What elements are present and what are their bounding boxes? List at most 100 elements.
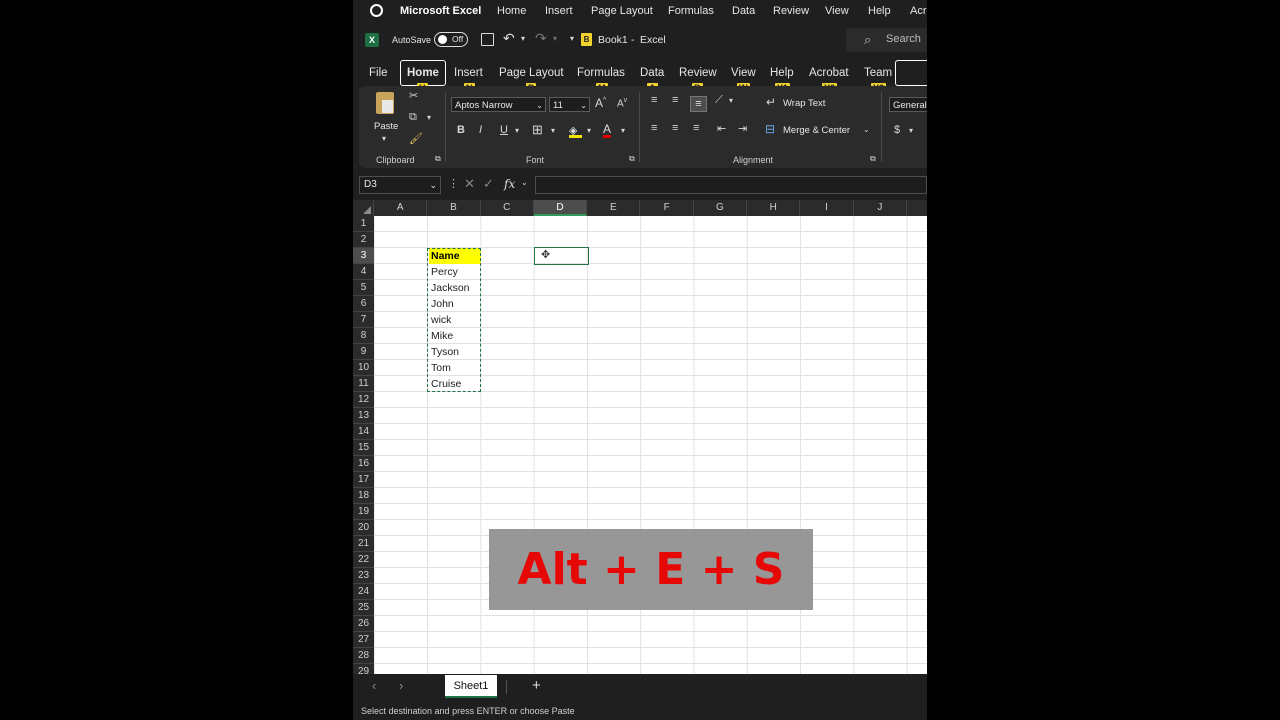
row-header-17[interactable]: 17 xyxy=(353,472,374,488)
align-bottom-icon[interactable]: ≡ xyxy=(690,96,707,112)
cut-icon[interactable]: ✂ xyxy=(409,89,418,102)
add-sheet-button[interactable]: + xyxy=(532,677,541,694)
format-painter-icon[interactable]: 🖌 xyxy=(409,132,423,145)
merge-center-button[interactable]: Merge & Center xyxy=(783,125,850,136)
autosave-toggle[interactable]: Off xyxy=(434,32,468,47)
row-header-12[interactable]: 12 xyxy=(353,392,374,408)
customize-qat-icon[interactable]: ▾ xyxy=(570,34,574,43)
orientation-dropdown-icon[interactable]: ▾ xyxy=(729,96,733,105)
cancel-entry-icon[interactable]: ✕ xyxy=(464,176,475,192)
column-header-i[interactable]: I xyxy=(800,200,854,216)
column-header-c[interactable]: C xyxy=(481,200,534,216)
tab-page-layout[interactable]: Page Layout xyxy=(499,67,564,79)
bold-button[interactable]: B xyxy=(457,124,465,136)
italic-button[interactable]: I xyxy=(479,124,482,136)
cell-b8[interactable]: Mike xyxy=(429,328,481,344)
worksheet-grid[interactable]: Name Percy Jackson John wick Mike Tyson … xyxy=(374,216,927,674)
row-header-23[interactable]: 23 xyxy=(353,568,374,584)
orientation-icon[interactable]: ⟋ xyxy=(715,94,723,107)
row-header-9[interactable]: 9 xyxy=(353,344,374,360)
tab-review[interactable]: Review xyxy=(679,67,717,79)
row-header-18[interactable]: 18 xyxy=(353,488,374,504)
wrap-text-icon[interactable]: ↵ xyxy=(766,95,776,109)
tab-insert[interactable]: Insert xyxy=(454,67,483,79)
tab-data[interactable]: Data xyxy=(640,67,664,79)
font-size-select[interactable]: 11 ⌄ xyxy=(549,97,590,112)
row-header-28[interactable]: 28 xyxy=(353,648,374,664)
align-middle-icon[interactable]: ≡ xyxy=(672,94,678,106)
menu-insert[interactable]: Insert xyxy=(545,5,573,17)
menu-view[interactable]: View xyxy=(825,5,849,17)
tab-view[interactable]: View xyxy=(731,67,756,79)
tab-file[interactable]: File xyxy=(369,67,388,79)
font-launcher-icon[interactable]: ⧉ xyxy=(629,154,635,164)
active-cell-d3[interactable]: ✥ xyxy=(534,247,589,265)
undo-dropdown-icon[interactable]: ▾ xyxy=(521,34,525,43)
decrease-indent-icon[interactable]: ⇤ xyxy=(717,122,726,135)
tab-help[interactable]: Help xyxy=(770,67,794,79)
row-header-24[interactable]: 24 xyxy=(353,584,374,600)
menu-help[interactable]: Help xyxy=(868,5,891,17)
more-options-icon[interactable]: ⋮ xyxy=(448,177,459,190)
currency-dropdown-icon[interactable]: ▾ xyxy=(909,126,913,135)
row-header-11[interactable]: 11 xyxy=(353,376,374,392)
paste-icon[interactable] xyxy=(376,92,394,114)
merge-center-icon[interactable]: ⊟ xyxy=(765,122,775,136)
row-header-25[interactable]: 25 xyxy=(353,600,374,616)
next-sheet-icon[interactable]: › xyxy=(399,678,403,693)
tab-team[interactable]: Team xyxy=(864,67,892,79)
paste-dropdown-icon[interactable]: ▾ xyxy=(382,134,386,143)
fill-color-icon[interactable]: ◈ xyxy=(569,124,582,138)
row-header-21[interactable]: 21 xyxy=(353,536,374,552)
copy-icon[interactable]: ⧉ xyxy=(409,111,417,124)
row-header-20[interactable]: 20 xyxy=(353,520,374,536)
row-header-22[interactable]: 22 xyxy=(353,552,374,568)
redo-icon[interactable]: ↷ xyxy=(535,30,547,47)
underline-button[interactable]: U xyxy=(500,124,508,136)
number-format-select[interactable]: General xyxy=(889,97,927,112)
cell-b9[interactable]: Tyson xyxy=(429,344,481,360)
menu-review[interactable]: Review xyxy=(773,5,809,17)
column-header-d[interactable]: D xyxy=(533,200,588,216)
select-all-corner[interactable] xyxy=(353,200,374,216)
insert-function-button[interactable]: fx xyxy=(504,177,515,191)
row-header-1[interactable]: 1 xyxy=(353,216,374,232)
row-header-27[interactable]: 27 xyxy=(353,632,374,648)
cell-b3[interactable]: Name xyxy=(429,248,481,264)
column-header-g[interactable]: G xyxy=(694,200,748,216)
row-header-5[interactable]: 5 xyxy=(353,280,374,296)
merge-dropdown-icon[interactable]: ⌄ xyxy=(863,125,870,134)
row-header-6[interactable]: 6 xyxy=(353,296,374,312)
row-header-4[interactable]: 4 xyxy=(353,264,374,280)
prev-sheet-icon[interactable]: ‹ xyxy=(372,678,376,693)
font-color-icon[interactable]: A xyxy=(603,123,612,138)
wrap-text-button[interactable]: Wrap Text xyxy=(783,98,825,109)
tab-formulas[interactable]: Formulas xyxy=(577,67,625,79)
menu-formulas[interactable]: Formulas xyxy=(668,5,714,17)
increase-indent-icon[interactable]: ⇥ xyxy=(738,122,747,135)
borders-dropdown-icon[interactable]: ▾ xyxy=(551,126,555,135)
currency-button[interactable]: $ xyxy=(894,124,900,136)
row-header-2[interactable]: 2 xyxy=(353,232,374,248)
undo-icon[interactable]: ↶ xyxy=(503,30,515,47)
increase-font-icon[interactable]: A^ xyxy=(595,96,606,110)
copy-dropdown-icon[interactable]: ▾ xyxy=(427,113,431,122)
row-header-13[interactable]: 13 xyxy=(353,408,374,424)
decrease-font-icon[interactable]: Av xyxy=(617,97,627,109)
menu-page-layout[interactable]: Page Layout xyxy=(591,5,653,17)
cell-b6[interactable]: John xyxy=(429,296,481,312)
font-color-dropdown-icon[interactable]: ▾ xyxy=(621,126,625,135)
column-header-a[interactable]: A xyxy=(374,200,428,216)
row-header-14[interactable]: 14 xyxy=(353,424,374,440)
borders-icon[interactable]: ⊞ xyxy=(532,122,543,138)
cell-b10[interactable]: Tom xyxy=(429,360,481,376)
cell-b4[interactable]: Percy xyxy=(429,264,481,280)
row-header-8[interactable]: 8 xyxy=(353,328,374,344)
confirm-entry-icon[interactable]: ✓ xyxy=(483,176,494,192)
column-header-j[interactable]: J xyxy=(854,200,907,216)
redo-dropdown-icon[interactable]: ▾ xyxy=(553,34,557,43)
column-header-b[interactable]: B xyxy=(427,200,481,216)
menu-acrobat[interactable]: Acr xyxy=(910,5,927,17)
name-box[interactable]: D3 ⌄ xyxy=(359,176,441,194)
alignment-launcher-icon[interactable]: ⧉ xyxy=(870,154,876,164)
